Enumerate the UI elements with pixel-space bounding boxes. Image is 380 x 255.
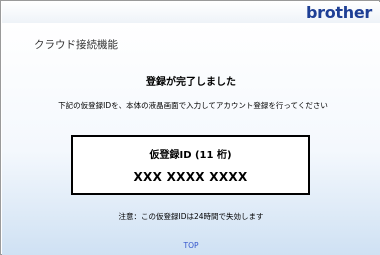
brand-logo: brother xyxy=(305,3,372,22)
registration-id-label: 仮登録ID (11 桁) xyxy=(149,150,232,161)
page-title: クラウド接続機能 xyxy=(34,39,118,51)
registration-id-value: XXX XXXX XXXX xyxy=(133,170,248,184)
expiry-notice: 注意：この仮登録IDは24時間で失効します xyxy=(118,212,264,221)
page-frame: brother クラウド接続機能 登録が完了しました 下記の仮登録IDを、本体の… xyxy=(0,0,380,255)
instruction-text: 下記の仮登録IDを、本体の液晶画面で入力してアカウント登録を行ってください xyxy=(58,101,328,110)
completion-headline: 登録が完了しました xyxy=(146,77,236,88)
header-bar: brother xyxy=(2,2,380,23)
main-content: クラウド接続機能 登録が完了しました 下記の仮登録IDを、本体の液晶画面で入力し… xyxy=(2,23,380,255)
top-link[interactable]: TOP xyxy=(2,241,380,250)
registration-id-box: 仮登録ID (11 桁) XXX XXXX XXXX xyxy=(71,135,310,195)
